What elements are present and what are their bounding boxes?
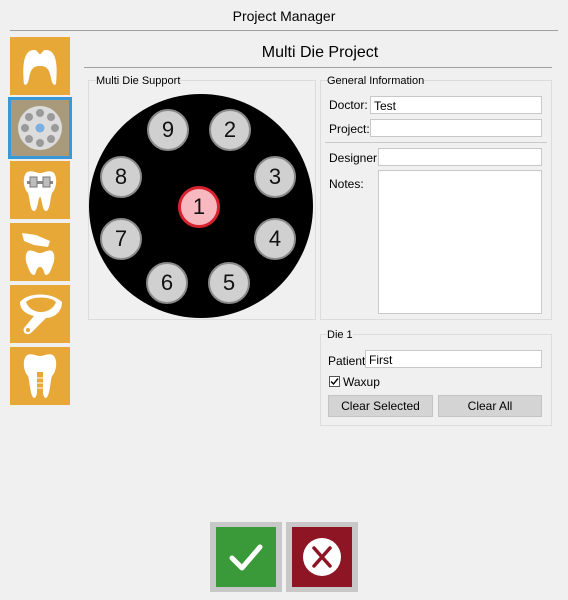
waxup-label: Waxup — [343, 375, 380, 389]
subtitle-divider — [84, 67, 552, 68]
sidebar-item-crown[interactable] — [10, 37, 70, 95]
patient-label: Patient — [328, 354, 366, 368]
waxup-checkbox[interactable] — [329, 376, 340, 387]
doctor-field[interactable]: Test — [370, 96, 542, 114]
info-divider — [325, 142, 547, 143]
doctor-label: Doctor: — [329, 98, 368, 112]
sidebar-item-orthodontic[interactable] — [10, 161, 70, 219]
x-icon — [303, 538, 341, 576]
die-button-2[interactable]: 2 — [209, 109, 251, 151]
implant-tooth-icon — [23, 354, 57, 398]
multi-die-group-title: Multi Die Support — [96, 75, 181, 87]
die-button-6[interactable]: 6 — [146, 262, 188, 304]
sidebar-item-multi-die[interactable] — [8, 97, 72, 159]
patient-field[interactable]: First — [365, 350, 542, 368]
orthodontic-bracket-tooth-icon — [23, 171, 57, 211]
window-title: Project Manager — [232, 8, 336, 24]
sidebar-item-bridge[interactable] — [10, 223, 70, 281]
die-button-8[interactable]: 8 — [100, 156, 142, 198]
ok-button[interactable] — [210, 522, 282, 592]
project-field[interactable] — [370, 119, 542, 137]
designer-label: Designer: — [329, 151, 381, 165]
multi-die-plate-icon — [18, 106, 62, 150]
die-button-9[interactable]: 9 — [147, 109, 189, 151]
general-info-group-title: General Information — [327, 75, 425, 87]
designer-field[interactable] — [378, 148, 542, 166]
die-group-title: Die 1 — [327, 329, 353, 341]
notes-label: Notes: — [329, 177, 364, 191]
checkmark-icon — [229, 544, 263, 571]
impression-tray-icon — [20, 294, 62, 335]
checkmark-small-icon — [330, 378, 339, 386]
notes-field[interactable] — [378, 170, 542, 314]
clear-all-button[interactable]: Clear All — [438, 395, 542, 417]
die-button-3[interactable]: 3 — [254, 156, 296, 198]
page-subtitle: Multi Die Project — [261, 44, 379, 61]
cancel-button[interactable] — [286, 522, 358, 592]
sidebar-item-implant[interactable] — [10, 347, 70, 405]
clear-selected-button[interactable]: Clear Selected — [328, 395, 433, 417]
project-label: Project: — [329, 122, 370, 136]
sidebar-item-impression-tray[interactable] — [10, 285, 70, 343]
die-button-7[interactable]: 7 — [100, 218, 142, 260]
die-button-5[interactable]: 5 — [208, 262, 250, 304]
bridge-tooth-icon — [22, 233, 55, 275]
crown-tooth-icon — [23, 50, 57, 85]
die-button-1[interactable]: 1 — [178, 186, 220, 228]
die-button-4[interactable]: 4 — [254, 218, 296, 260]
title-divider — [10, 30, 558, 31]
